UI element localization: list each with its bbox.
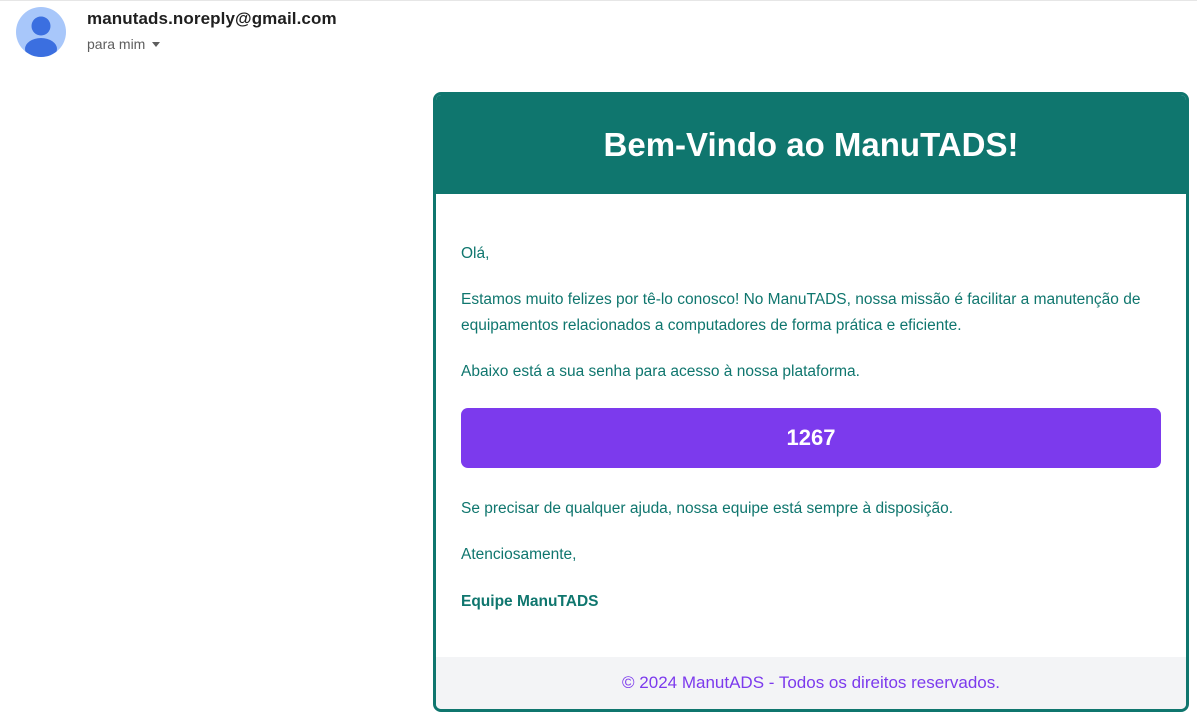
email-header: manutads.noreply@gmail.com para mim: [0, 0, 1197, 80]
sender-email: manutads.noreply@gmail.com: [87, 9, 337, 28]
recipient-dropdown[interactable]: para mim: [87, 36, 161, 52]
recipient-label: para mim: [87, 36, 146, 52]
caret-down-icon[interactable]: [152, 42, 161, 47]
sender-avatar-icon[interactable]: [16, 7, 66, 57]
intro-paragraph: Estamos muito felizes por tê-lo conosco!…: [461, 291, 1141, 334]
signature: Equipe ManuTADS: [461, 593, 599, 610]
person-avatar-icon: [25, 16, 57, 57]
password-box: 1267: [461, 408, 1161, 468]
copyright-text: © 2024 ManutADS - Todos os direitos rese…: [622, 673, 1000, 692]
closing: Atenciosamente,: [461, 546, 577, 563]
greeting: Olá,: [461, 245, 490, 262]
email-footer: © 2024 ManutADS - Todos os direitos rese…: [436, 657, 1186, 709]
help-paragraph: Se precisar de qualquer ajuda, nossa equ…: [461, 500, 954, 517]
email-card: Bem-Vindo ao ManuTADS! Olá, Estamos muit…: [433, 92, 1189, 712]
password-intro: Abaixo está a sua senha para acesso à no…: [461, 363, 860, 380]
password-value: 1267: [786, 425, 836, 450]
